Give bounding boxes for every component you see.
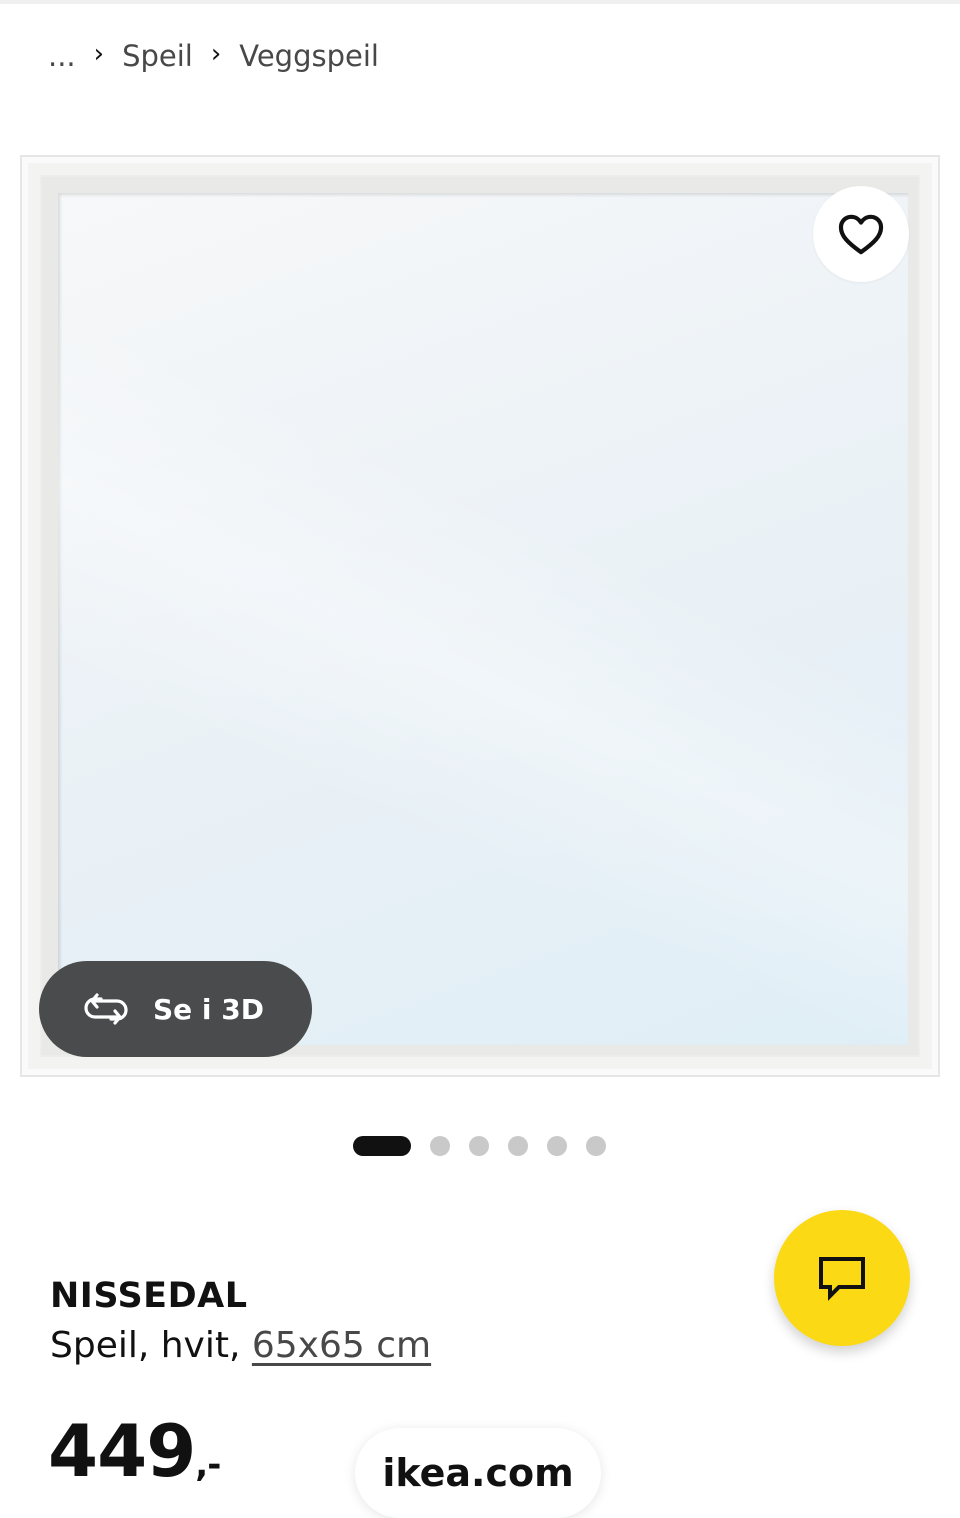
view-3d-label: Se i 3D	[153, 992, 264, 1026]
url-domain: ikea.com	[382, 1451, 574, 1495]
mirror-glass	[58, 193, 908, 1045]
breadcrumb-item-veggspeil[interactable]: Veggspeil	[239, 39, 379, 73]
chat-button[interactable]	[774, 1210, 910, 1346]
product-name: NISSEDAL	[50, 1276, 248, 1316]
heart-outline-icon	[838, 214, 884, 255]
carousel-dot[interactable]	[547, 1136, 567, 1156]
chevron-right-icon: ›	[210, 39, 222, 69]
product-image-gallery[interactable]: Se i 3D	[20, 155, 940, 1077]
url-bar[interactable]: ikea.com	[355, 1428, 601, 1518]
carousel-dot[interactable]	[430, 1136, 450, 1156]
carousel-dot-active[interactable]	[353, 1136, 411, 1156]
top-divider	[0, 0, 960, 4]
rotate-3d-icon	[84, 993, 128, 1025]
carousel-indicator	[353, 1135, 606, 1157]
view-3d-button[interactable]: Se i 3D	[39, 961, 312, 1057]
carousel-dot[interactable]	[508, 1136, 528, 1156]
chat-bubble-icon	[819, 1257, 865, 1301]
breadcrumb: ... › Speil › Veggspeil	[48, 36, 379, 76]
breadcrumb-item-speil[interactable]: Speil	[122, 39, 193, 73]
favorite-button[interactable]	[813, 186, 909, 282]
price-value: 449	[48, 1409, 196, 1493]
product-type: Speil, hvit,	[50, 1325, 252, 1366]
breadcrumb-ellipsis[interactable]: ...	[48, 39, 76, 73]
product-image	[20, 155, 940, 1077]
price-suffix: ,-	[195, 1445, 221, 1485]
carousel-dot[interactable]	[586, 1136, 606, 1156]
product-size-link[interactable]: 65x65 cm	[252, 1325, 431, 1366]
product-price: 449,-	[48, 1406, 221, 1510]
chevron-right-icon: ›	[93, 39, 105, 69]
product-description: Speil, hvit, 65x65 cm	[50, 1325, 431, 1366]
carousel-dot[interactable]	[469, 1136, 489, 1156]
